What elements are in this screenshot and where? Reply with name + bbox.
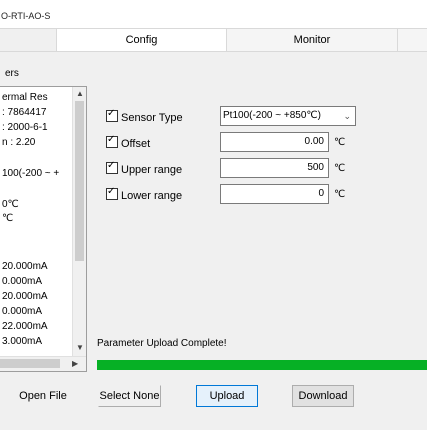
scroll-down-icon[interactable]: ▼ xyxy=(76,343,84,352)
sensor-type-select[interactable]: Pt100(-200 ~ +850℃) ⌄ xyxy=(220,106,356,126)
select-none-button[interactable]: Select None xyxy=(98,385,161,407)
list-horizontal-scroll-thumb[interactable] xyxy=(0,359,60,368)
list-item[interactable]: 20.000mA xyxy=(2,291,48,302)
check-icon: ✓ xyxy=(107,160,116,171)
title-bar: O-RTI-AO-S xyxy=(0,0,427,28)
list-item[interactable]: ℃ xyxy=(2,213,13,224)
tab-bar: Config Monitor xyxy=(0,28,427,52)
list-item[interactable]: : 2000-6-1 xyxy=(2,122,48,133)
lower-range-label: Lower range xyxy=(121,190,183,202)
offset-unit: ℃ xyxy=(334,137,346,148)
sensor-type-value: Pt100(-200 ~ +850℃) xyxy=(223,110,321,121)
lower-range-row: ✓ Lower range xyxy=(106,186,183,202)
lower-range-unit: ℃ xyxy=(334,189,346,200)
list-item[interactable]: 3.000mA xyxy=(2,336,42,347)
upper-range-field[interactable]: 500 xyxy=(220,158,329,178)
tab-right-partial[interactable] xyxy=(398,29,427,51)
lower-range-checkbox[interactable]: ✓ xyxy=(106,186,118,200)
download-button[interactable]: Download xyxy=(292,385,354,407)
list-item[interactable]: 0.000mA xyxy=(2,276,42,287)
list-item[interactable]: ermal Res xyxy=(2,92,48,103)
tab-monitor[interactable]: Monitor xyxy=(227,29,398,51)
list-item[interactable]: n : 2.20 xyxy=(2,137,35,148)
chevron-down-icon[interactable]: ⌄ xyxy=(343,107,351,125)
sensor-type-checkbox[interactable]: ✓ xyxy=(106,108,118,122)
offset-checkbox[interactable]: ✓ xyxy=(106,134,118,148)
check-icon: ✓ xyxy=(107,134,116,145)
check-icon: ✓ xyxy=(107,186,116,197)
scroll-up-icon[interactable]: ▲ xyxy=(76,89,84,98)
upload-button[interactable]: Upload xyxy=(196,385,258,407)
upload-progress-fill xyxy=(97,360,427,370)
upper-range-unit: ℃ xyxy=(334,163,346,174)
tab-config[interactable]: Config xyxy=(57,29,227,51)
list-item[interactable]: 20.000mA xyxy=(2,261,48,272)
device-info-list[interactable]: ermal Res : 7864417 : 2000-6-1 n : 2.20 … xyxy=(0,86,87,372)
list-vertical-scroll-thumb[interactable] xyxy=(75,101,84,261)
list-item[interactable]: 100(-200 ~ + xyxy=(2,168,59,179)
sensor-type-row: ✓ Sensor Type xyxy=(106,108,183,124)
lower-range-field[interactable]: 0 xyxy=(220,184,329,204)
offset-label: Offset xyxy=(121,138,151,150)
parameters-group-label: ers xyxy=(5,68,19,79)
tab-left-partial[interactable] xyxy=(0,29,57,51)
sensor-type-label: Sensor Type xyxy=(121,112,183,124)
status-message: Parameter Upload Complete! xyxy=(97,338,227,349)
open-file-button[interactable]: Open File xyxy=(8,385,78,407)
scroll-right-icon[interactable]: ▶ xyxy=(72,359,78,368)
list-item[interactable]: 22.000mA xyxy=(2,321,48,332)
list-vertical-scrollbar[interactable]: ▲ ▼ xyxy=(72,87,86,357)
upper-range-row: ✓ Upper range xyxy=(106,160,183,176)
upload-progress-bar xyxy=(97,360,427,370)
offset-row: ✓ Offset xyxy=(106,134,151,150)
offset-field[interactable]: 0.00 xyxy=(220,132,329,152)
check-icon: ✓ xyxy=(107,108,116,119)
window-title: O-RTI-AO-S xyxy=(1,11,51,21)
list-item[interactable]: 0.000mA xyxy=(2,306,42,317)
list-horizontal-scrollbar[interactable]: ▶ xyxy=(0,356,86,371)
list-item[interactable]: 0℃ xyxy=(2,199,19,210)
upper-range-checkbox[interactable]: ✓ xyxy=(106,160,118,174)
upper-range-label: Upper range xyxy=(121,164,183,176)
list-item[interactable]: : 7864417 xyxy=(2,107,47,118)
